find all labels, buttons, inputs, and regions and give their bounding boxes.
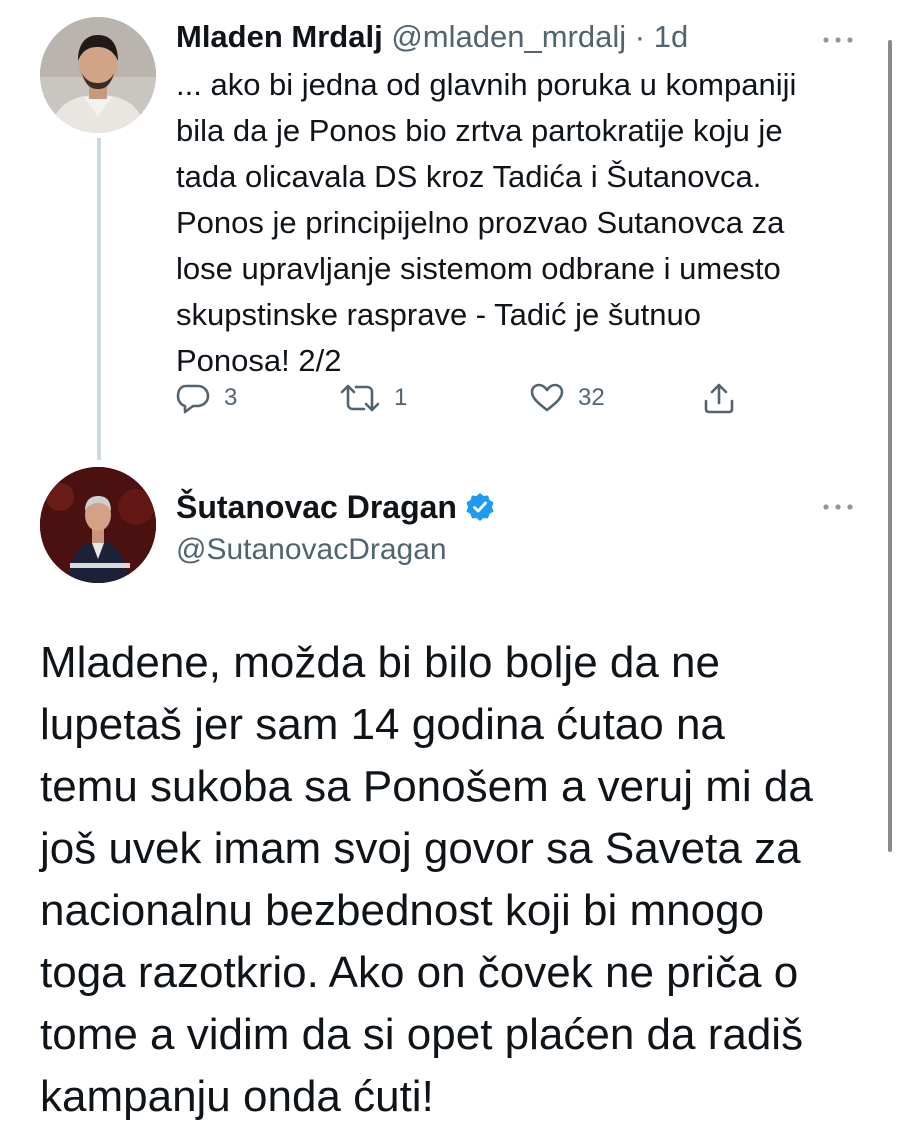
retweet-button[interactable]: 1 bbox=[340, 375, 407, 421]
more-icon[interactable] bbox=[818, 497, 858, 517]
author-name[interactable]: Mladen Mrdalj bbox=[176, 19, 383, 54]
tweet-text-line: bila da je Ponos bio zrtva partokratije … bbox=[176, 113, 783, 148]
thread-connector-line bbox=[97, 138, 101, 460]
tweet-text-line: tada olicavala DS kroz Tadića i Šutanovc… bbox=[176, 159, 762, 194]
author-handle[interactable]: @mladen_mrdalj bbox=[391, 19, 626, 54]
reply-count: 3 bbox=[224, 384, 238, 411]
tweet-text-line: ... ako bi jedna od glavnih poruka u kom… bbox=[176, 67, 797, 102]
reply-button[interactable]: 3 bbox=[176, 375, 237, 421]
tweet-2-text: Mladene, možda bi bilo bolje da ne lupet… bbox=[40, 632, 880, 1128]
tweet-text-line: još uvek imam svoj govor sa Saveta za bbox=[40, 824, 801, 873]
like-count: 32 bbox=[578, 384, 605, 411]
more-icon[interactable] bbox=[818, 30, 858, 50]
like-icon bbox=[530, 382, 564, 414]
separator-dot: · bbox=[634, 19, 646, 54]
share-icon bbox=[702, 381, 736, 415]
tweet-text-line: lupetaš jer sam 14 godina ćutao na bbox=[40, 700, 725, 749]
tweet-text-line: skupstinske rasprave - Tadić je šutnuo bbox=[176, 297, 701, 332]
retweet-icon bbox=[340, 382, 380, 414]
share-button[interactable] bbox=[702, 375, 736, 421]
tweet-text-line: kampanju onda ćuti! bbox=[40, 1072, 434, 1121]
tweet-text-line: temu sukoba sa Ponošem a veruj mi da bbox=[40, 762, 813, 811]
tweet-1-text: ... ako bi jedna od glavnih poruka u kom… bbox=[176, 62, 866, 384]
tweet-2-author: Šutanovac Dragan bbox=[176, 487, 495, 527]
tweet-1-header: Mladen Mrdalj @mladen_mrdalj · 1d bbox=[176, 17, 688, 57]
author-handle[interactable]: @SutanovacDragan bbox=[176, 530, 447, 570]
author-name[interactable]: Šutanovac Dragan bbox=[176, 487, 457, 527]
tweet-text-line: Ponos je principijelno prozvao Sutanovca… bbox=[176, 205, 785, 240]
tweet-text-line: toga razotkrio. Ako on čovek ne priča o bbox=[40, 948, 799, 997]
retweet-count: 1 bbox=[394, 384, 408, 411]
reply-icon bbox=[176, 382, 210, 414]
avatar-mladen-mrdalj[interactable] bbox=[40, 17, 156, 133]
tweet-text-line: tome a vidim da si opet plaćen da radiš bbox=[40, 1010, 804, 1059]
tweet-time[interactable]: 1d bbox=[654, 19, 688, 54]
avatar-sutanovac-dragan[interactable] bbox=[40, 467, 156, 583]
scrollbar[interactable] bbox=[888, 40, 892, 852]
verified-badge-icon bbox=[465, 492, 495, 522]
like-button[interactable]: 32 bbox=[530, 375, 605, 421]
tweet-text-line: Ponosa! 2/2 bbox=[176, 343, 342, 378]
tweet-text-line: Mladene, možda bi bilo bolje da ne bbox=[40, 638, 721, 687]
tweet-text-line: lose upravljanje sistemom odbrane i umes… bbox=[176, 251, 781, 286]
tweet-text-line: nacionalnu bezbednost koji bi mnogo bbox=[40, 886, 765, 935]
